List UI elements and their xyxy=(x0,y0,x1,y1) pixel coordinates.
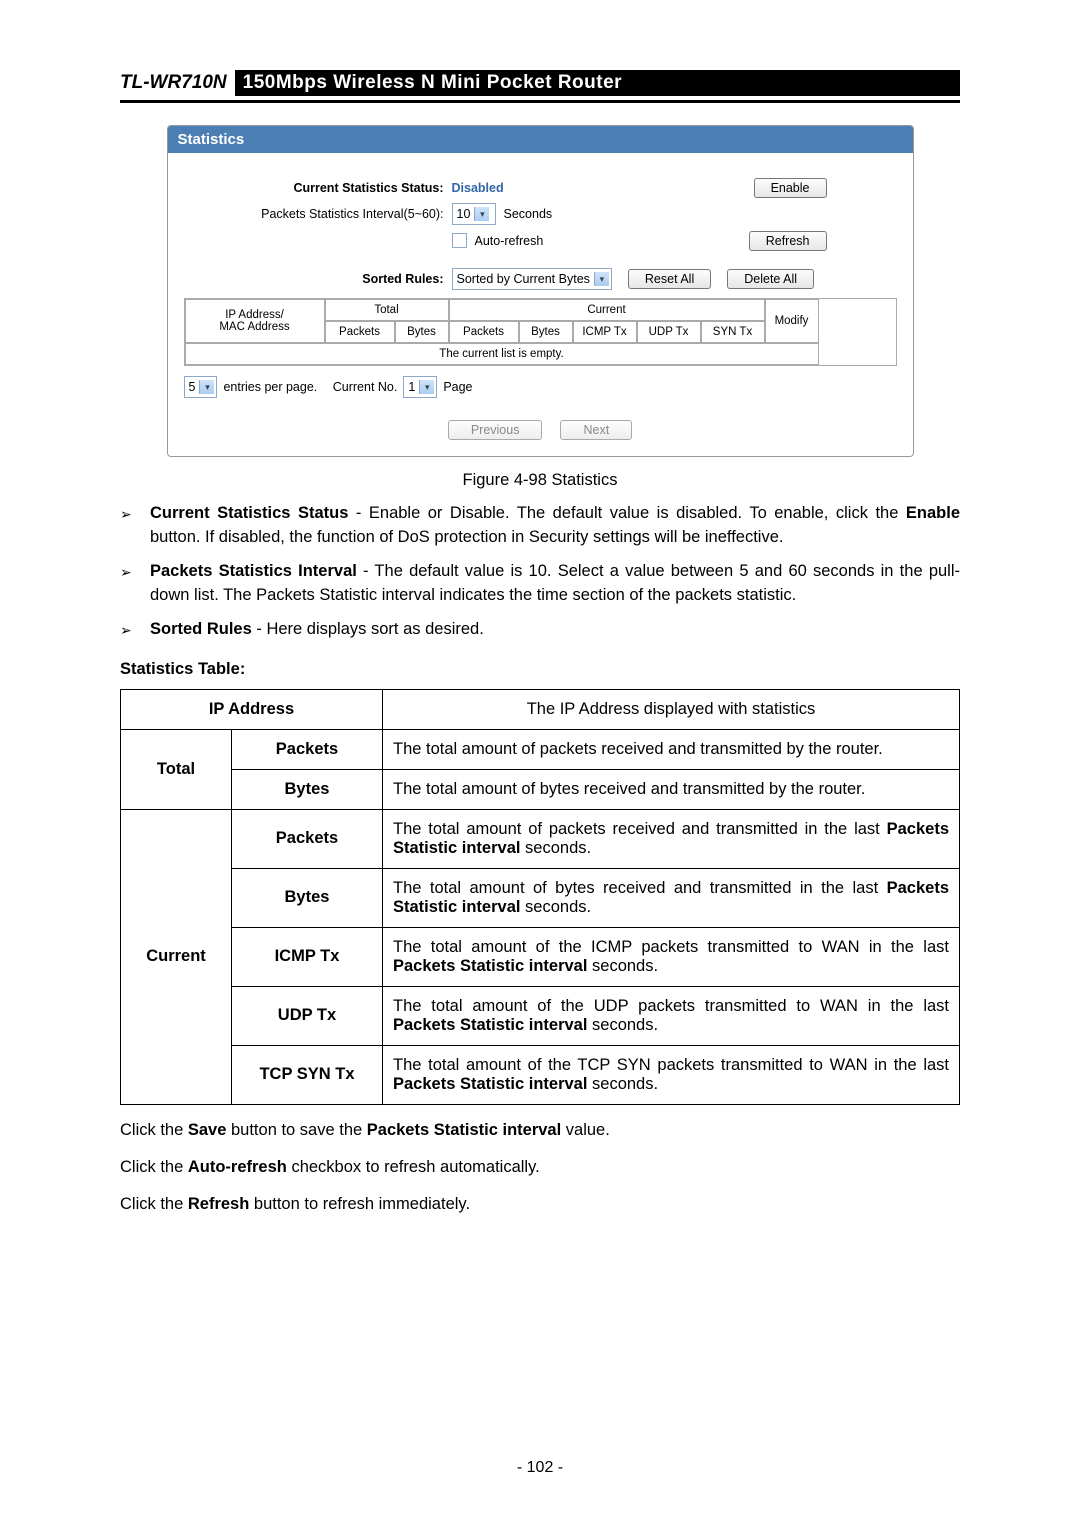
desc-cs: The total amount of the TCP SYN packets … xyxy=(383,1045,960,1104)
next-button[interactable]: Next xyxy=(560,420,632,440)
desc-tb: The total amount of bytes received and t… xyxy=(383,769,960,809)
seconds-label: Seconds xyxy=(504,207,553,221)
auto-refresh-label: Auto-refresh xyxy=(475,234,544,248)
th-total: Total xyxy=(325,299,449,321)
model-number: TL-WR710N xyxy=(120,70,235,96)
current-no-select[interactable]: 1 ▾ xyxy=(403,376,437,398)
desc-ip-d: The IP Address displayed with statistics xyxy=(383,689,960,729)
interval-value: 10 xyxy=(457,207,471,221)
desc-total: Total xyxy=(121,729,232,809)
page-number: - 102 - xyxy=(0,1459,1080,1477)
th-bytes: Bytes xyxy=(395,321,449,343)
para-refresh: Click the Refresh button to refresh imme… xyxy=(120,1193,960,1216)
desc-cp: The total amount of packets received and… xyxy=(383,809,960,868)
description-table: IP Address The IP Address displayed with… xyxy=(120,689,960,1105)
desc-icmp: ICMP Tx xyxy=(232,927,383,986)
th-packets: Packets xyxy=(449,321,519,343)
statistics-panel: Statistics Current Statistics Status: Di… xyxy=(167,125,914,457)
th-modify: Modify xyxy=(765,299,819,343)
chevron-down-icon: ▾ xyxy=(199,380,214,394)
epp-value: 5 xyxy=(189,380,196,394)
bullet-icon: ➢ xyxy=(120,618,150,642)
panel-title: Statistics xyxy=(168,126,913,153)
status-label: Current Statistics Status: xyxy=(184,181,452,195)
chevron-down-icon: ▾ xyxy=(474,207,489,221)
reset-all-button[interactable]: Reset All xyxy=(628,269,711,289)
auto-refresh-checkbox[interactable] xyxy=(452,233,467,248)
sorted-label: Sorted Rules: xyxy=(184,272,452,286)
desc-packets: Packets xyxy=(232,809,383,868)
desc-cu: The total amount of the UDP packets tran… xyxy=(383,986,960,1045)
sorted-value: Sorted by Current Bytes xyxy=(457,272,590,286)
th-bytes: Bytes xyxy=(519,321,573,343)
bullet-text: Current Statistics Status - Enable or Di… xyxy=(150,502,960,550)
interval-label: Packets Statistics Interval(5~60): xyxy=(184,207,452,221)
desc-syn: TCP SYN Tx xyxy=(232,1045,383,1104)
bullet-text: Packets Statistics Interval - The defaul… xyxy=(150,560,960,608)
desc-bytes: Bytes xyxy=(232,868,383,927)
current-no-value: 1 xyxy=(408,380,415,394)
desc-ci: The total amount of the ICMP packets tra… xyxy=(383,927,960,986)
desc-cb: The total amount of bytes received and t… xyxy=(383,868,960,927)
chevron-down-icon: ▾ xyxy=(419,380,434,394)
para-save: Click the Save button to save the Packet… xyxy=(120,1119,960,1142)
bullet-icon: ➢ xyxy=(120,560,150,608)
refresh-button[interactable]: Refresh xyxy=(749,231,827,251)
bullet-icon: ➢ xyxy=(120,502,150,550)
previous-button[interactable]: Previous xyxy=(448,420,543,440)
sorted-select[interactable]: Sorted by Current Bytes ▾ xyxy=(452,268,612,290)
desc-packets: Packets xyxy=(232,729,383,769)
th-udp: UDP Tx xyxy=(637,321,701,343)
current-no-label: Current No. xyxy=(333,380,398,394)
page-label: Page xyxy=(443,380,472,394)
desc-ip-h: IP Address xyxy=(121,689,383,729)
epp-label: entries per page. xyxy=(223,380,317,394)
entries-per-page-select[interactable]: 5 ▾ xyxy=(184,376,218,398)
bullet-text: Sorted Rules - Here displays sort as des… xyxy=(150,618,960,642)
th-packets: Packets xyxy=(325,321,395,343)
interval-select[interactable]: 10 ▾ xyxy=(452,203,496,225)
th-ip: IP Address/ MAC Address xyxy=(185,299,325,343)
empty-row: The current list is empty. xyxy=(185,343,819,365)
status-value: Disabled xyxy=(452,181,504,195)
stats-table: IP Address/ MAC Address Total Current Mo… xyxy=(184,298,897,366)
delete-all-button[interactable]: Delete All xyxy=(727,269,814,289)
desc-bytes: Bytes xyxy=(232,769,383,809)
desc-tp: The total amount of packets received and… xyxy=(383,729,960,769)
th-syn: SYN Tx xyxy=(701,321,765,343)
product-name: 150Mbps Wireless N Mini Pocket Router xyxy=(235,70,960,96)
figure-caption: Figure 4-98 Statistics xyxy=(120,471,960,490)
th-icmp: ICMP Tx xyxy=(573,321,637,343)
desc-current: Current xyxy=(121,809,232,1104)
table-heading: Statistics Table: xyxy=(120,660,960,679)
chevron-down-icon: ▾ xyxy=(594,272,609,286)
th-current: Current xyxy=(449,299,765,321)
desc-udp: UDP Tx xyxy=(232,986,383,1045)
para-autorefresh: Click the Auto-refresh checkbox to refre… xyxy=(120,1156,960,1179)
enable-button[interactable]: Enable xyxy=(754,178,827,198)
